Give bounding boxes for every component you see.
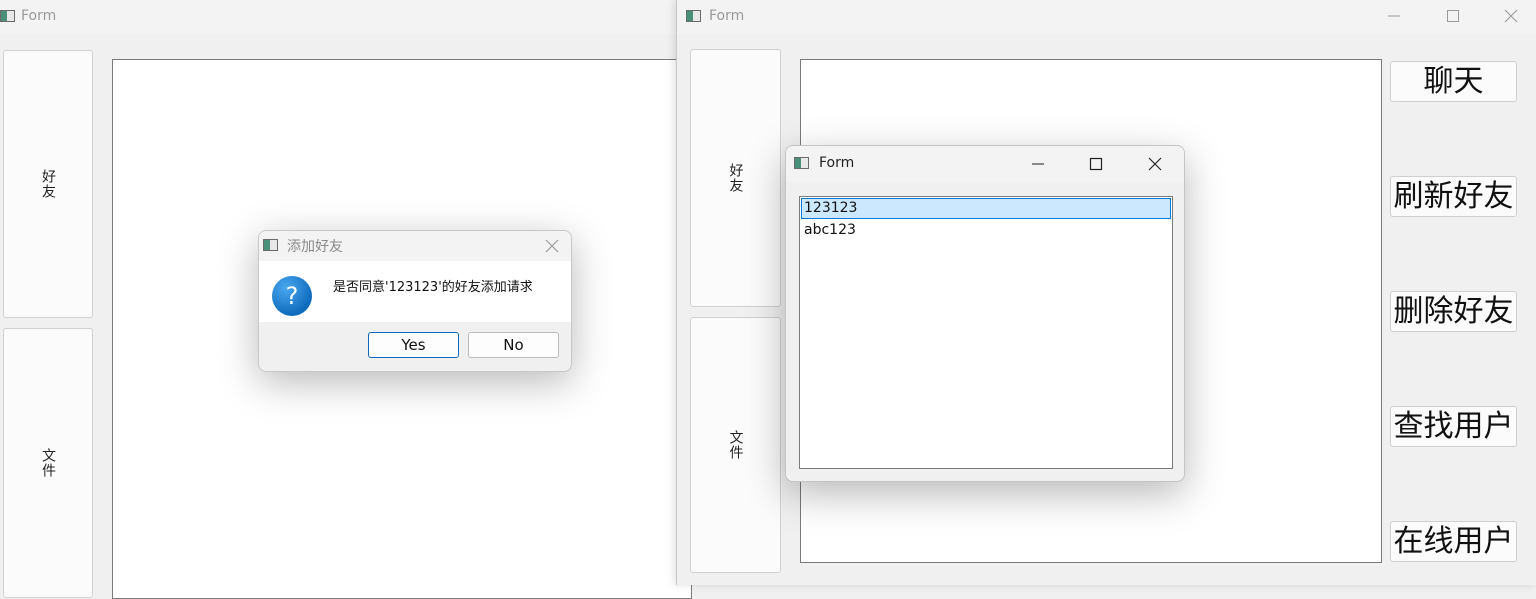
maximize-icon[interactable] <box>1086 154 1106 174</box>
dialog-title: 添加好友 <box>287 239 343 255</box>
dialog-body: ? 是否同意'123123'的好友添加请求 <box>259 261 571 322</box>
no-button[interactable]: No <box>468 332 559 358</box>
app-icon <box>263 239 278 251</box>
question-icon: ? <box>272 276 312 316</box>
user-list[interactable]: 123123 abc123 <box>799 196 1173 469</box>
app-icon <box>686 10 701 22</box>
refresh-friends-button[interactable]: 刷新好友 <box>1390 176 1517 217</box>
app-icon <box>794 157 809 169</box>
close-icon[interactable] <box>1145 154 1165 174</box>
list-item[interactable]: abc123 <box>801 220 1171 241</box>
right-window-title: Form <box>709 8 745 24</box>
right-window-titlebar: Form <box>677 0 1536 34</box>
close-icon[interactable] <box>1501 6 1521 26</box>
left-friends-button[interactable]: 好友 <box>3 50 93 318</box>
add-friend-dialog: 添加好友 ? 是否同意'123123'的好友添加请求 Yes No <box>258 230 572 372</box>
right-files-button[interactable]: 文件 <box>690 317 781 573</box>
right-friends-label: 好友 <box>727 163 744 193</box>
right-files-label: 文件 <box>727 430 744 460</box>
chat-button[interactable]: 聊天 <box>1390 61 1517 102</box>
right-friends-button[interactable]: 好友 <box>690 49 781 307</box>
user-list-window: Form 123123 abc123 <box>785 145 1185 482</box>
dialog-message: 是否同意'123123'的好友添加请求 <box>333 280 533 295</box>
yes-button[interactable]: Yes <box>368 332 459 358</box>
left-files-button[interactable]: 文件 <box>3 328 93 598</box>
list-item-selected[interactable]: 123123 <box>801 198 1171 219</box>
app-icon <box>0 10 15 22</box>
minimize-icon[interactable] <box>1028 154 1048 174</box>
left-files-label: 文件 <box>40 448 56 478</box>
search-user-button[interactable]: 查找用户 <box>1390 406 1517 447</box>
user-list-titlebar: Form <box>786 146 1184 182</box>
left-window-title: Form <box>21 8 57 24</box>
dialog-close-icon[interactable] <box>542 236 562 256</box>
left-friends-label: 好友 <box>40 169 56 199</box>
user-list-title: Form <box>819 155 855 171</box>
online-users-button[interactable]: 在线用户 <box>1390 521 1517 562</box>
minimize-icon[interactable] <box>1384 6 1404 26</box>
left-window-titlebar: Form <box>0 0 676 34</box>
dialog-titlebar: 添加好友 <box>259 231 571 261</box>
maximize-icon[interactable] <box>1443 6 1463 26</box>
delete-friend-button[interactable]: 删除好友 <box>1390 291 1517 332</box>
